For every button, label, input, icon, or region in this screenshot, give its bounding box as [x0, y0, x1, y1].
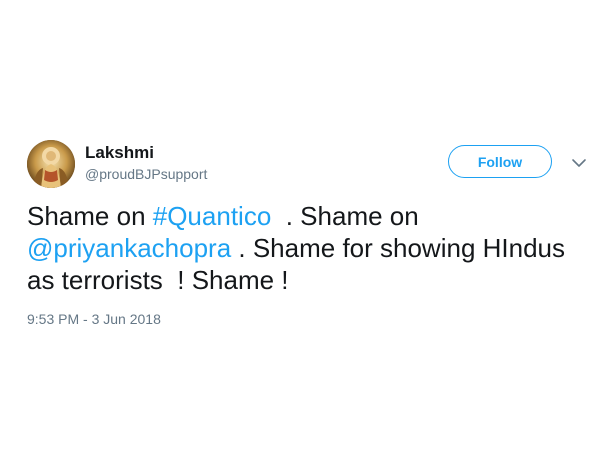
author-display-name[interactable]: Lakshmi	[85, 143, 154, 163]
tweet-text-segment: Shame on	[27, 201, 153, 231]
mention-link[interactable]: @priyankachopra	[27, 233, 231, 263]
avatar-deity-image	[27, 140, 75, 188]
chevron-down-icon[interactable]	[571, 155, 587, 171]
tweet-text-segment: . Shame on	[271, 201, 426, 231]
tweet-card: Lakshmi @proudBJPsupport Follow Shame on…	[0, 0, 600, 450]
tweet-timestamp[interactable]: 9:53 PM - 3 Jun 2018	[27, 311, 161, 327]
hashtag-link[interactable]: #Quantico	[153, 201, 272, 231]
tweet-text: Shame on #Quantico . Shame on @priyankac…	[27, 200, 587, 296]
follow-button[interactable]: Follow	[448, 145, 552, 178]
avatar[interactable]	[27, 140, 75, 188]
author-handle[interactable]: @proudBJPsupport	[85, 166, 207, 182]
